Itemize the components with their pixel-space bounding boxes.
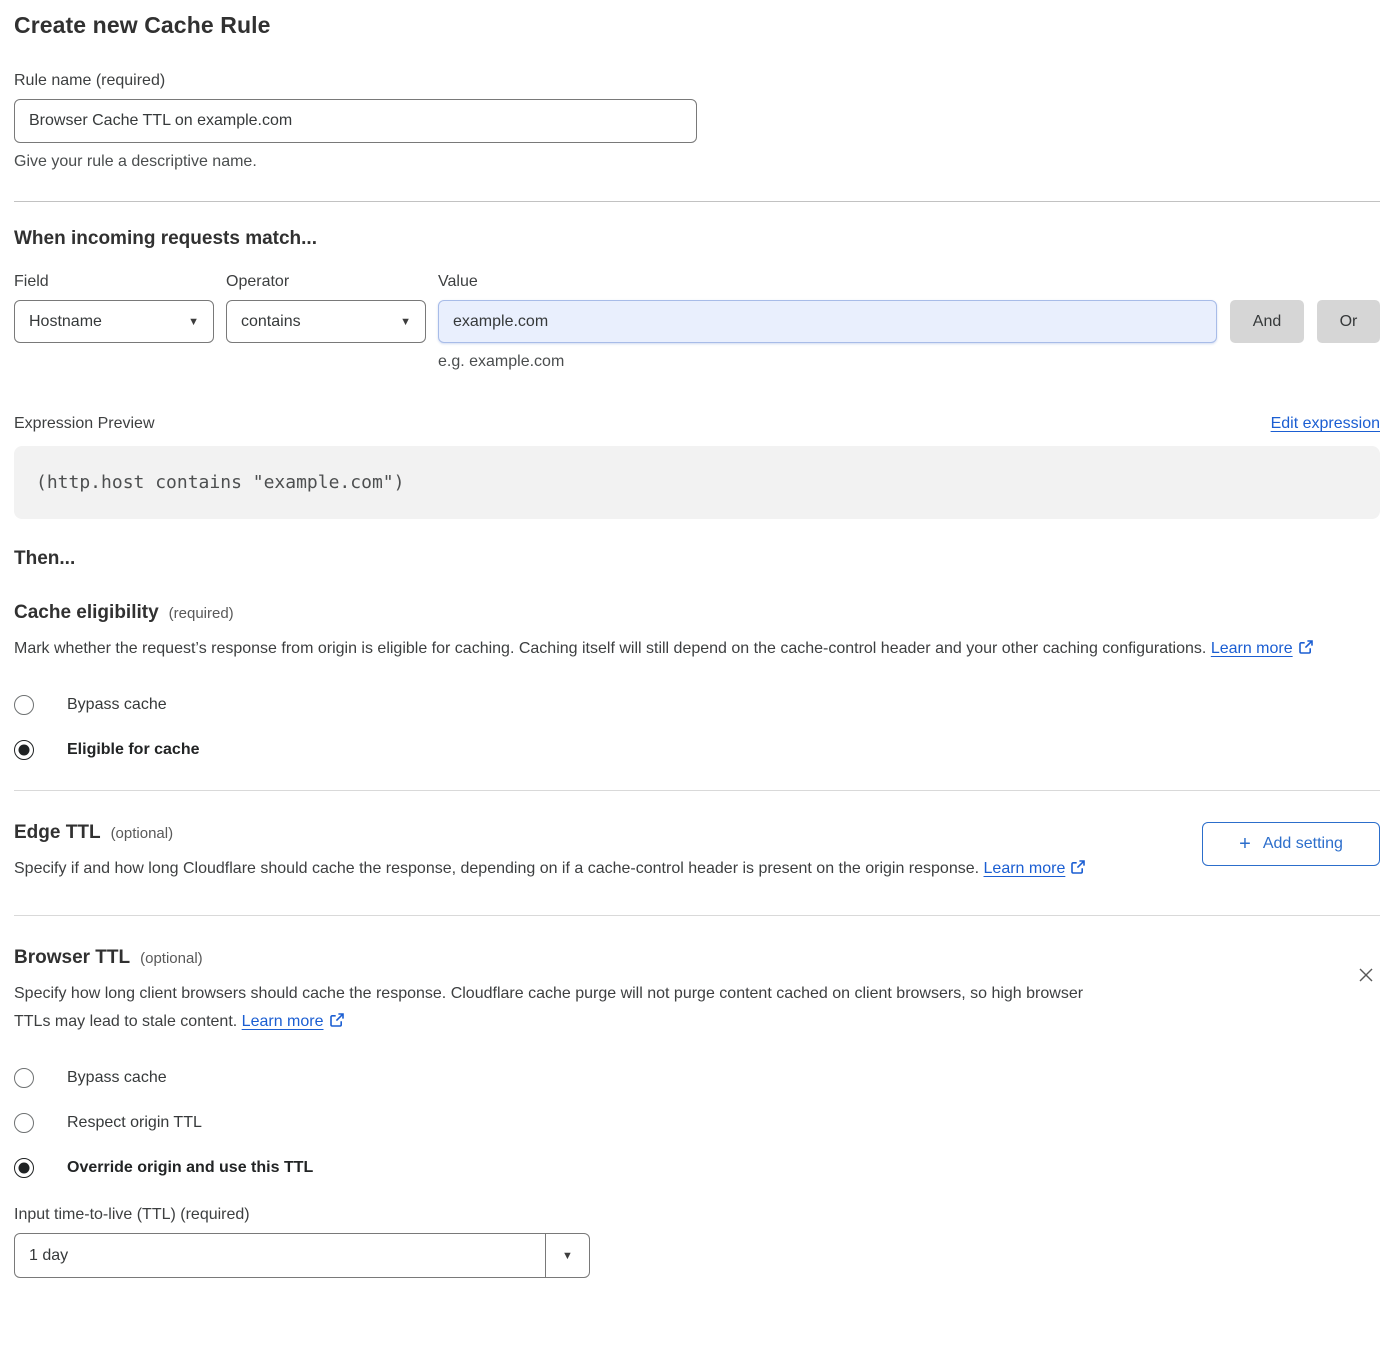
rule-name-label: Rule name (required) — [14, 72, 1380, 90]
learn-more-link[interactable]: Learn more — [242, 1013, 324, 1030]
radio-label: Override origin and use this TTL — [67, 1159, 313, 1177]
external-link-icon — [1298, 637, 1314, 665]
and-button[interactable]: And — [1230, 300, 1304, 343]
radio-eligible-for-cache[interactable]: Eligible for cache — [14, 740, 1380, 760]
ttl-field: Input time-to-live (TTL) (required) 1 da… — [14, 1206, 1380, 1278]
edge-ttl-description: Specify if and how long Cloudflare shoul… — [14, 855, 1086, 885]
browser-ttl-title-row: Browser TTL (optional) — [14, 947, 1109, 969]
cache-eligibility-options: Bypass cache Eligible for cache — [14, 695, 1380, 760]
edit-expression-link[interactable]: Edit expression — [1271, 415, 1380, 433]
conjunction-buttons: And Or — [1217, 273, 1380, 343]
cache-eligibility-title: Cache eligibility — [14, 602, 159, 624]
radio-override-origin-ttl[interactable]: Override origin and use this TTL — [14, 1158, 1380, 1178]
expression-code-block: (http.host contains "example.com") — [14, 446, 1380, 519]
plus-icon: + — [1239, 834, 1251, 854]
chevron-down-icon: ▼ — [545, 1234, 589, 1277]
section-divider — [14, 915, 1380, 916]
rule-name-helper: Give your rule a descriptive name. — [14, 153, 1380, 171]
edge-ttl-left: Edge TTL (optional) Specify if and how l… — [14, 822, 1086, 885]
rule-name-section: Rule name (required) Give your rule a de… — [14, 72, 1380, 171]
learn-more-wrap: Learn more — [984, 860, 1087, 877]
radio-icon-selected[interactable] — [14, 740, 34, 760]
value-input[interactable] — [438, 300, 1217, 343]
external-link-icon — [329, 1010, 345, 1038]
operator-select[interactable]: contains ▼ — [226, 300, 426, 343]
cache-eligibility-title-row: Cache eligibility (required) — [14, 602, 1380, 624]
value-helper: e.g. example.com — [438, 353, 1380, 371]
radio-respect-origin-ttl[interactable]: Respect origin TTL — [14, 1113, 1380, 1133]
operator-column: Operator contains ▼ — [226, 273, 426, 343]
add-setting-button[interactable]: + Add setting — [1202, 822, 1380, 866]
ttl-label: Input time-to-live (TTL) (required) — [14, 1206, 1380, 1224]
field-select-value: Hostname — [29, 313, 102, 331]
radio-bypass-cache[interactable]: Bypass cache — [14, 1068, 1380, 1088]
value-column: Value — [438, 273, 1217, 343]
browser-ttl-title: Browser TTL — [14, 947, 130, 969]
expression-header: Expression Preview Edit expression — [14, 415, 1380, 433]
radio-label: Bypass cache — [67, 696, 167, 714]
browser-ttl-left: Browser TTL (optional) Specify how long … — [14, 947, 1109, 1038]
learn-more-wrap: Learn more — [1211, 640, 1314, 657]
radio-label: Bypass cache — [67, 1069, 167, 1087]
radio-label: Eligible for cache — [67, 741, 199, 759]
or-button[interactable]: Or — [1317, 300, 1380, 343]
then-heading: Then... — [14, 548, 1380, 570]
radio-icon[interactable] — [14, 695, 34, 715]
rule-name-input[interactable] — [14, 99, 697, 143]
browser-ttl-description-text: Specify how long client browsers should … — [14, 985, 1083, 1030]
cache-eligibility-description: Mark whether the request’s response from… — [14, 635, 1380, 665]
match-condition-row: Field Hostname ▼ Operator contains ▼ Val… — [14, 273, 1380, 343]
create-cache-rule-form: Create new Cache Rule Rule name (require… — [14, 12, 1380, 1278]
browser-ttl-flex: Browser TTL (optional) Specify how long … — [14, 947, 1380, 1038]
browser-ttl-qualifier: (optional) — [140, 950, 203, 967]
close-icon — [1356, 965, 1376, 985]
learn-more-link[interactable]: Learn more — [984, 860, 1066, 877]
add-setting-label: Add setting — [1263, 835, 1343, 853]
edge-ttl-qualifier: (optional) — [111, 825, 174, 842]
value-label: Value — [438, 273, 1217, 291]
external-link-icon — [1070, 857, 1086, 885]
radio-icon[interactable] — [14, 1068, 34, 1088]
browser-ttl-description: Specify how long client browsers should … — [14, 980, 1109, 1038]
learn-more-wrap: Learn more — [242, 1013, 345, 1030]
ttl-select-value: 1 day — [15, 1234, 545, 1277]
radio-icon-selected[interactable] — [14, 1158, 34, 1178]
section-divider — [14, 201, 1380, 202]
browser-ttl-options: Bypass cache Respect origin TTL Override… — [14, 1068, 1380, 1178]
remove-browser-ttl-button[interactable] — [1352, 961, 1380, 992]
chevron-down-icon: ▼ — [400, 316, 411, 328]
field-column: Field Hostname ▼ — [14, 273, 214, 343]
edge-ttl-description-text: Specify if and how long Cloudflare shoul… — [14, 860, 979, 877]
operator-label: Operator — [226, 273, 426, 291]
cache-eligibility-description-text: Mark whether the request’s response from… — [14, 640, 1206, 657]
chevron-down-icon: ▼ — [188, 316, 199, 328]
browser-ttl-section: Browser TTL (optional) Specify how long … — [14, 947, 1380, 1278]
edge-ttl-flex: Edge TTL (optional) Specify if and how l… — [14, 822, 1380, 885]
learn-more-link[interactable]: Learn more — [1211, 640, 1293, 657]
edge-ttl-title-row: Edge TTL (optional) — [14, 822, 1086, 844]
match-heading: When incoming requests match... — [14, 228, 1380, 250]
cache-eligibility-section: Cache eligibility (required) Mark whethe… — [14, 602, 1380, 760]
field-select[interactable]: Hostname ▼ — [14, 300, 214, 343]
operator-select-value: contains — [241, 313, 301, 331]
ttl-select[interactable]: 1 day ▼ — [14, 1233, 590, 1278]
section-divider — [14, 790, 1380, 791]
edge-ttl-title: Edge TTL — [14, 822, 101, 844]
radio-bypass-cache[interactable]: Bypass cache — [14, 695, 1380, 715]
radio-label: Respect origin TTL — [67, 1114, 202, 1132]
edge-ttl-section: Edge TTL (optional) Specify if and how l… — [14, 822, 1380, 885]
expression-preview-label: Expression Preview — [14, 415, 155, 433]
cache-eligibility-qualifier: (required) — [169, 605, 234, 622]
page-title: Create new Cache Rule — [14, 12, 1380, 39]
field-label: Field — [14, 273, 214, 291]
radio-icon[interactable] — [14, 1113, 34, 1133]
